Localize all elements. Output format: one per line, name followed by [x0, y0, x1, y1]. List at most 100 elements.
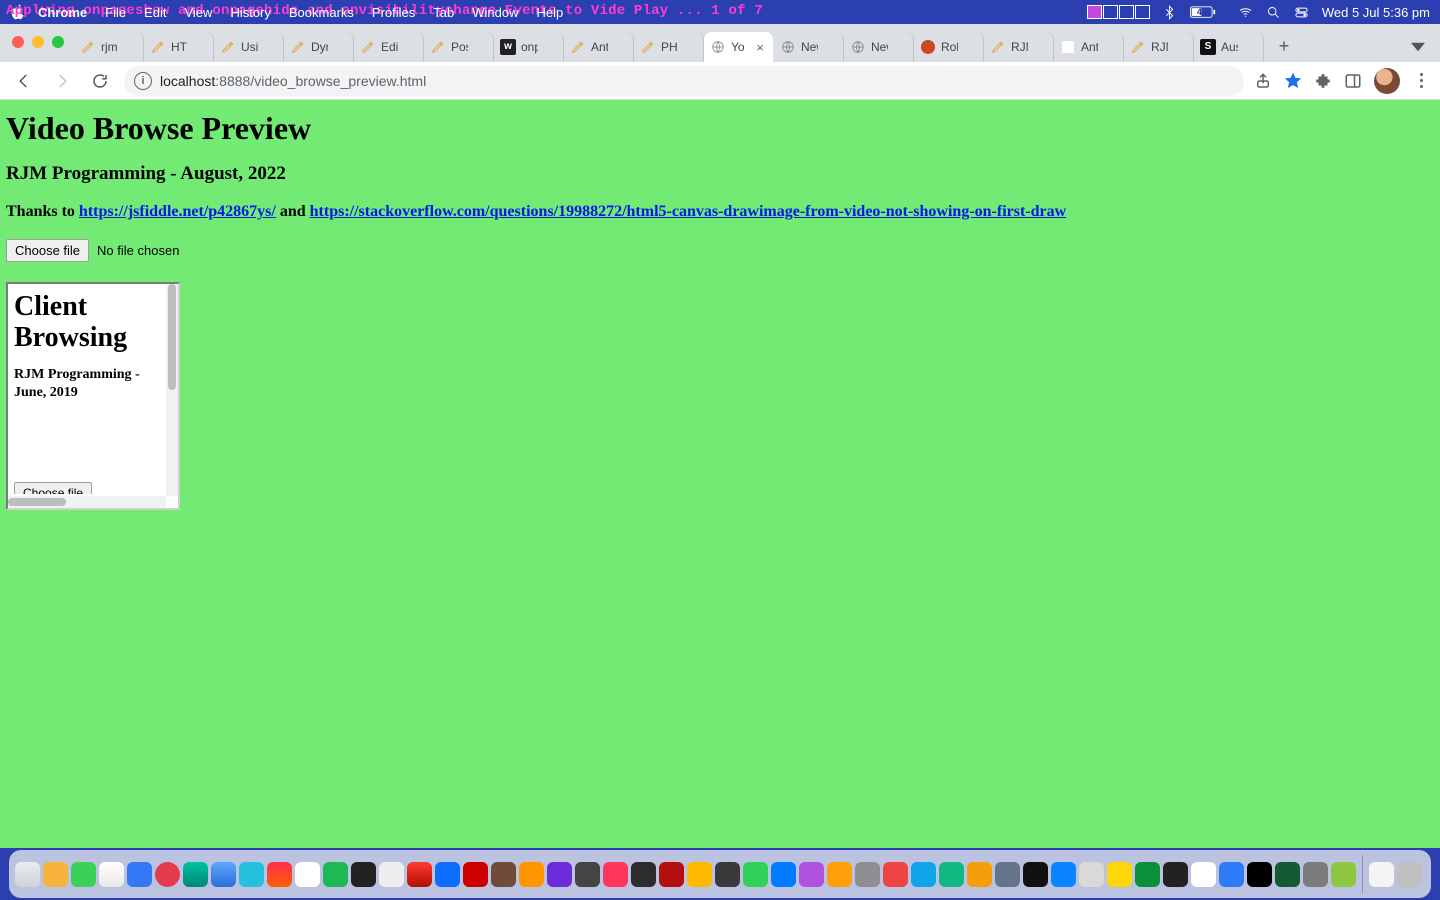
menubar-item[interactable]: Window	[472, 5, 518, 20]
dock-app-icon[interactable]	[1369, 862, 1394, 887]
dock-app-icon[interactable]	[1135, 862, 1160, 887]
browser-tab[interactable]: Ants×	[564, 32, 634, 62]
dock-app-icon[interactable]	[659, 862, 684, 887]
dock-app-icon[interactable]	[995, 862, 1020, 887]
battery-blocks-icon[interactable]	[1087, 5, 1150, 19]
browser-tab[interactable]: RJM F×	[1124, 32, 1194, 62]
dock-app-icon[interactable]	[155, 862, 180, 887]
control-center-icon[interactable]	[1294, 4, 1310, 20]
macos-dock[interactable]	[9, 850, 1431, 898]
dock-trash-icon[interactable]	[1397, 862, 1422, 887]
dock-app-icon[interactable]	[43, 862, 68, 887]
dock-app-icon[interactable]	[71, 862, 96, 887]
iframe-vertical-scrollbar[interactable]	[166, 284, 178, 496]
browser-tab[interactable]: HTML×	[144, 32, 214, 62]
dock-app-icon[interactable]	[631, 862, 656, 887]
dock-app-icon[interactable]	[547, 862, 572, 887]
dock-app-icon[interactable]	[967, 862, 992, 887]
dock-app-icon[interactable]	[407, 862, 432, 887]
dock-app-icon[interactable]	[799, 862, 824, 887]
dock-app-icon[interactable]	[939, 862, 964, 887]
browser-tab[interactable]: Edit P×	[354, 32, 424, 62]
profile-avatar[interactable]	[1374, 68, 1400, 94]
dock-app-icon[interactable]	[1163, 862, 1188, 887]
dock-app-icon[interactable]	[99, 862, 124, 887]
extensions-icon[interactable]	[1314, 72, 1332, 90]
browser-tab[interactable]: Dyna×	[284, 32, 354, 62]
dock-app-icon[interactable]	[1107, 862, 1132, 887]
thanks-link-2[interactable]: https://stackoverflow.com/questions/1998…	[310, 203, 1067, 220]
chrome-menu-button[interactable]	[1412, 72, 1430, 90]
dock-app-icon[interactable]	[883, 862, 908, 887]
menubar-app[interactable]: Chrome	[38, 5, 87, 20]
dock-app-icon[interactable]	[379, 862, 404, 887]
browser-tab[interactable]: Ants×	[1054, 32, 1124, 62]
new-tab-button[interactable]: +	[1270, 32, 1298, 60]
dock-app-icon[interactable]	[1023, 862, 1048, 887]
menubar-item[interactable]: File	[105, 5, 126, 20]
iframe-horizontal-scrollbar[interactable]	[8, 496, 166, 508]
dock-app-icon[interactable]	[183, 862, 208, 887]
dock-app-icon[interactable]	[1247, 862, 1272, 887]
browser-tab[interactable]: New×	[774, 32, 844, 62]
menubar-item[interactable]: Profiles	[372, 5, 415, 20]
thanks-link-1[interactable]: https://jsfiddle.net/p42867ys/	[79, 203, 276, 220]
browser-tab[interactable]: wonpla×	[494, 32, 564, 62]
dock-app-icon[interactable]	[351, 862, 376, 887]
dock-app-icon[interactable]	[603, 862, 628, 887]
dock-app-icon[interactable]	[463, 862, 488, 887]
menubar-clock[interactable]: Wed 5 Jul 5:36 pm	[1322, 5, 1430, 20]
menubar-item[interactable]: Help	[537, 5, 564, 20]
browser-tab[interactable]: Using×	[214, 32, 284, 62]
dock-app-icon[interactable]	[239, 862, 264, 887]
browser-tab[interactable]: RJM×	[984, 32, 1054, 62]
window-controls[interactable]	[8, 36, 74, 56]
dock-app-icon[interactable]	[435, 862, 460, 887]
dock-app-icon[interactable]	[15, 862, 40, 887]
menubar-item[interactable]: History	[230, 5, 270, 20]
browser-tab[interactable]: SAustr×	[1194, 32, 1264, 62]
browser-tab[interactable]: rjmpr×	[74, 32, 144, 62]
dock-app-icon[interactable]	[295, 862, 320, 887]
wifi-icon[interactable]	[1238, 4, 1254, 20]
bookmark-star-icon[interactable]	[1284, 72, 1302, 90]
dock-app-icon[interactable]	[1191, 862, 1216, 887]
dock-app-icon[interactable]	[827, 862, 852, 887]
dock-app-icon[interactable]	[743, 862, 768, 887]
window-zoom-icon[interactable]	[52, 36, 64, 48]
dock-app-icon[interactable]	[1331, 862, 1356, 887]
menubar-item[interactable]: View	[184, 5, 212, 20]
tab-close-icon[interactable]: ×	[753, 40, 767, 54]
browser-tab[interactable]: PHP F×	[634, 32, 704, 62]
spotlight-icon[interactable]	[1266, 4, 1282, 20]
menubar-item[interactable]: Tab	[433, 5, 454, 20]
browser-tab[interactable]: Yo×	[704, 32, 774, 62]
site-info-icon[interactable]: i	[134, 72, 152, 90]
dock-app-icon[interactable]	[575, 862, 600, 887]
dock-app-icon[interactable]	[1051, 862, 1076, 887]
dock-app-icon[interactable]	[1219, 862, 1244, 887]
dock-app-icon[interactable]	[1079, 862, 1104, 887]
scrollbar-thumb[interactable]	[168, 284, 176, 390]
dock-app-icon[interactable]	[771, 862, 796, 887]
window-close-icon[interactable]	[12, 36, 24, 48]
share-icon[interactable]	[1254, 72, 1272, 90]
dock-app-icon[interactable]	[911, 862, 936, 887]
menubar-item[interactable]: Edit	[144, 5, 166, 20]
back-button[interactable]	[10, 67, 38, 95]
browser-tab[interactable]: Posts×	[424, 32, 494, 62]
dock-app-icon[interactable]	[855, 862, 880, 887]
dock-app-icon[interactable]	[519, 862, 544, 887]
menubar-menus[interactable]: Chrome File Edit View History Bookmarks …	[38, 5, 563, 20]
menubar-item[interactable]: Bookmarks	[289, 5, 354, 20]
sidepanel-icon[interactable]	[1344, 72, 1362, 90]
tab-overflow-button[interactable]	[1402, 32, 1434, 62]
window-minimize-icon[interactable]	[32, 36, 44, 48]
battery-status-icon[interactable]: 48	[1190, 6, 1226, 19]
dock-app-icon[interactable]	[1275, 862, 1300, 887]
iframe-choose-file-button[interactable]: Choose file	[14, 482, 92, 494]
dock-app-icon[interactable]	[127, 862, 152, 887]
dock-app-icon[interactable]	[211, 862, 236, 887]
dock-app-icon[interactable]	[323, 862, 348, 887]
scrollbar-thumb[interactable]	[8, 498, 66, 506]
